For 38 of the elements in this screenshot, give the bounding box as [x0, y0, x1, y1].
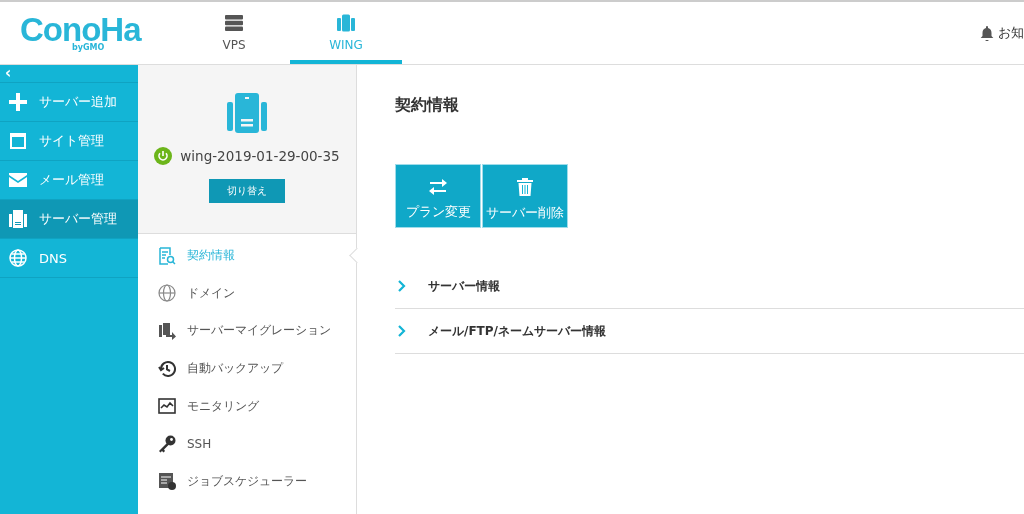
submenu-item[interactable]: サーバーマイグレーション — [138, 312, 356, 350]
submenu-item[interactable]: ドメイン — [138, 274, 356, 313]
server-rack-icon — [224, 14, 244, 32]
logo-byline: byGMO — [72, 43, 105, 52]
sidebar-item[interactable]: DNS — [0, 239, 138, 278]
submenu-item[interactable]: 自動バックアップ — [138, 349, 356, 388]
sidebar-item[interactable]: サーバー管理 — [0, 200, 138, 239]
bell-icon — [980, 25, 994, 41]
accordion-header[interactable]: サーバー情報 — [395, 264, 1024, 309]
document-search-icon — [158, 246, 176, 265]
action-button[interactable]: サーバー削除 — [482, 164, 568, 228]
action-button[interactable]: プラン変更 — [395, 164, 481, 228]
trash-icon — [517, 178, 533, 196]
nav-tab[interactable]: VPS — [178, 2, 290, 64]
page-title: 契約情報 — [395, 95, 460, 116]
server-icon — [9, 210, 27, 228]
calendar-clock-icon — [158, 472, 176, 491]
server-name: wing-2019-01-29-00-35 — [180, 148, 340, 164]
history-icon — [158, 359, 176, 378]
chevron-icon — [398, 280, 406, 292]
globe-icon — [9, 249, 27, 267]
submenu-item[interactable]: モニタリング — [138, 387, 356, 425]
server-arrow-icon — [158, 322, 176, 340]
submenu-item[interactable]: SSH — [138, 424, 356, 463]
accordion-header[interactable]: メール/FTP/ネームサーバー情報 — [395, 309, 1024, 354]
plus-icon — [9, 93, 27, 111]
submenu-item[interactable]: ジョブスケジューラー — [138, 462, 356, 501]
switch-button[interactable]: 切り替え — [209, 179, 285, 203]
swap-arrows-icon — [429, 179, 447, 195]
window-icon — [9, 132, 27, 150]
envelope-icon — [9, 173, 27, 187]
submenu-item[interactable]: 契約情報 — [138, 237, 356, 275]
server-icon — [336, 14, 356, 32]
key-icon — [158, 434, 176, 453]
server-icon — [227, 93, 267, 133]
notifications-link[interactable]: お知 — [980, 2, 1024, 64]
chevron-icon — [398, 325, 406, 337]
chart-window-icon — [158, 397, 176, 416]
